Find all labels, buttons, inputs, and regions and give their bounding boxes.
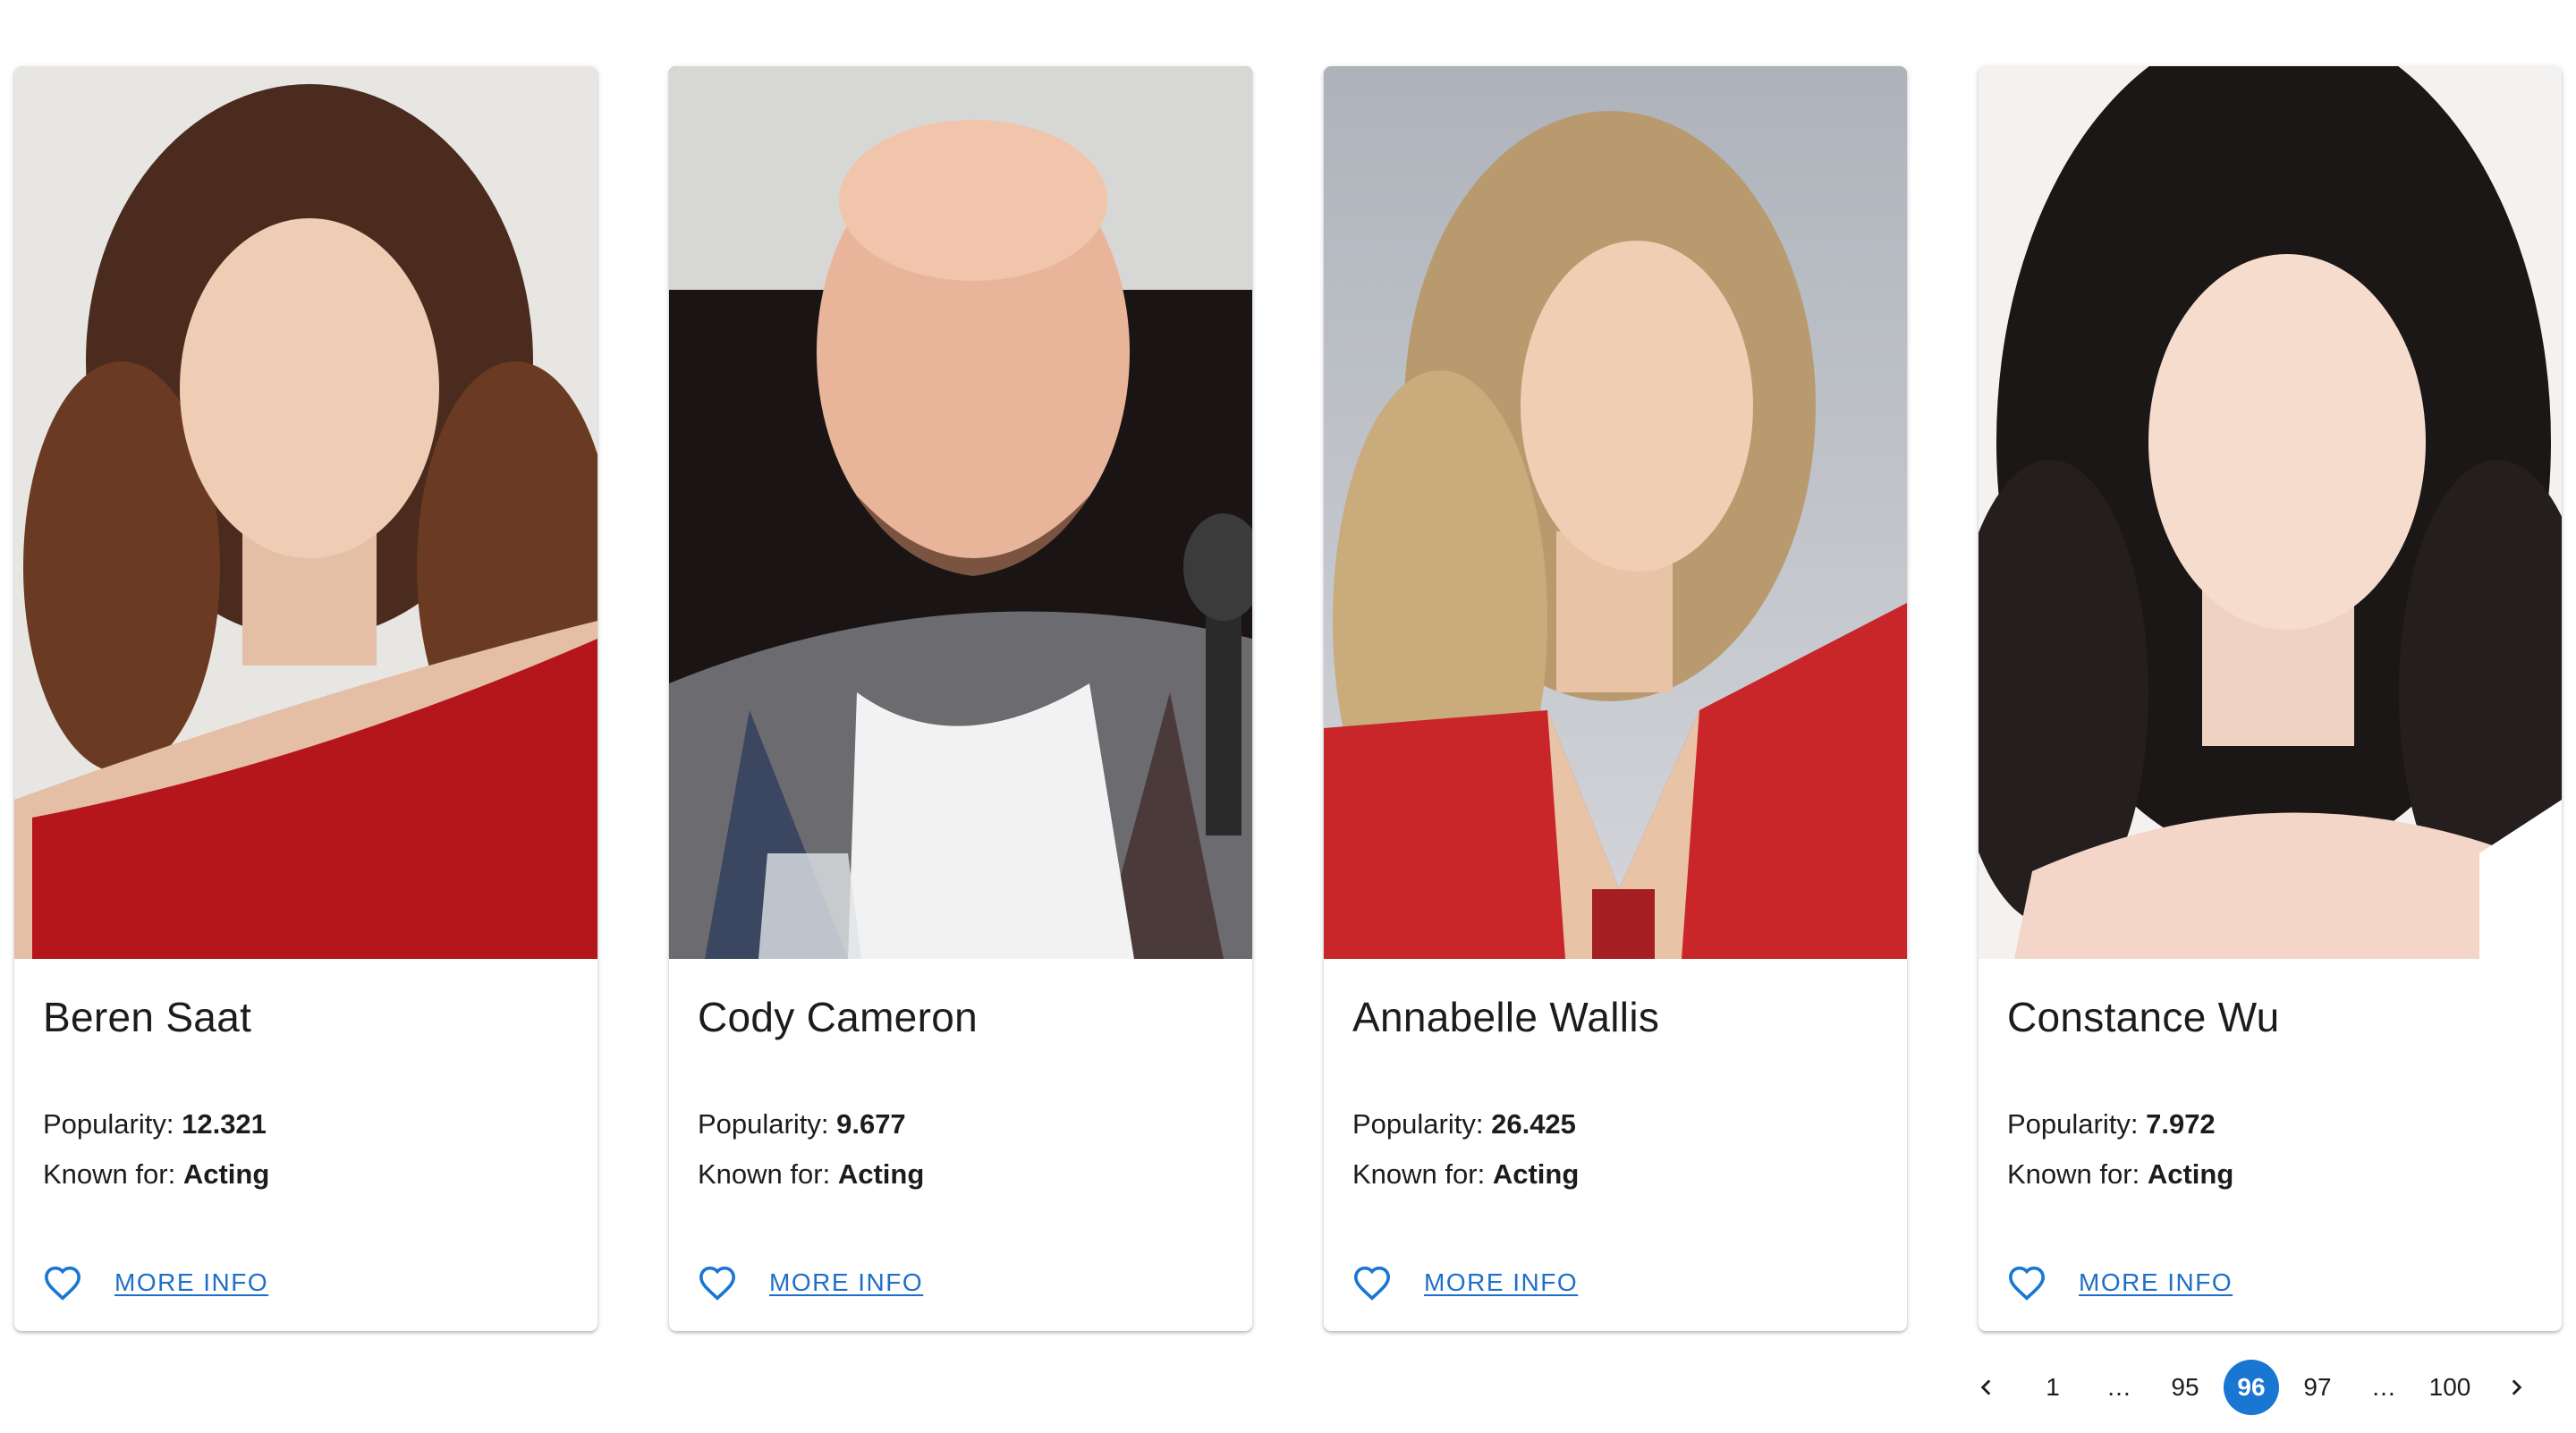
more-info-link[interactable]: MORE INFO [114,1268,268,1297]
page-button-97[interactable]: 97 [2290,1360,2345,1415]
popularity-label: Popularity: [43,1108,174,1140]
pagination-ellipsis: … [2106,1373,2131,1401]
more-info-link[interactable]: MORE INFO [2079,1268,2233,1297]
known-for-row: Known for: Acting [698,1149,1224,1200]
heart-icon[interactable] [41,1261,84,1304]
popularity-value: 12.321 [182,1108,267,1140]
person-card: Beren Saat Popularity: 12.321 Known for:… [14,66,597,1331]
page-button-100[interactable]: 100 [2422,1360,2478,1415]
person-card: Constance Wu Popularity: 7.972 Known for… [1979,66,2562,1331]
known-for-label: Known for: [2007,1158,2140,1191]
more-info-link[interactable]: MORE INFO [769,1268,923,1297]
known-for-row: Known for: Acting [43,1149,569,1200]
page-button-95[interactable]: 95 [2157,1360,2213,1415]
popularity-label: Popularity: [698,1108,829,1140]
known-for-value: Acting [1492,1158,1580,1191]
popularity-label: Popularity: [1352,1108,1484,1140]
heart-icon[interactable] [2005,1261,2048,1304]
pagination-ellipsis: … [2371,1373,2396,1401]
known-for-value: Acting [182,1158,270,1191]
person-card: Cody Cameron Popularity: 9.677 Known for… [669,66,1252,1331]
person-name: Constance Wu [2007,994,2280,1040]
person-photo[interactable] [669,66,1252,959]
popularity-row: Popularity: 26.425 [1352,1099,1878,1149]
heart-icon[interactable] [1351,1261,1394,1304]
person-photo[interactable] [14,66,597,959]
heart-icon[interactable] [696,1261,739,1304]
known-for-row: Known for: Acting [2007,1149,2533,1200]
popularity-row: Popularity: 9.677 [698,1099,1224,1149]
person-name: Cody Cameron [698,994,978,1040]
known-for-row: Known for: Acting [1352,1149,1878,1200]
known-for-label: Known for: [698,1158,831,1191]
known-for-value: Acting [837,1158,925,1191]
popularity-value: 7.972 [2146,1108,2216,1140]
people-grid: Beren Saat Popularity: 12.321 Known for:… [14,66,2562,1331]
person-card: Annabelle Wallis Popularity: 26.425 Know… [1324,66,1907,1331]
known-for-label: Known for: [43,1158,176,1191]
page-button-current[interactable]: 96 [2224,1360,2279,1415]
person-photo[interactable] [1979,66,2562,959]
popularity-value: 9.677 [836,1108,906,1140]
person-name: Annabelle Wallis [1352,994,1660,1040]
person-photo[interactable] [1324,66,1907,959]
popularity-row: Popularity: 7.972 [2007,1099,2533,1149]
more-info-link[interactable]: MORE INFO [1424,1268,1578,1297]
known-for-label: Known for: [1352,1158,1486,1191]
chevron-right-icon[interactable] [2488,1360,2544,1415]
page-button-1[interactable]: 1 [2025,1360,2080,1415]
pagination: 1 … 95 96 97 … 100 [1953,1360,2549,1415]
popularity-value: 26.425 [1491,1108,1576,1140]
popularity-label: Popularity: [2007,1108,2139,1140]
known-for-value: Acting [2147,1158,2234,1191]
chevron-left-icon[interactable] [1959,1360,2014,1415]
popularity-row: Popularity: 12.321 [43,1099,569,1149]
person-name: Beren Saat [43,994,252,1040]
